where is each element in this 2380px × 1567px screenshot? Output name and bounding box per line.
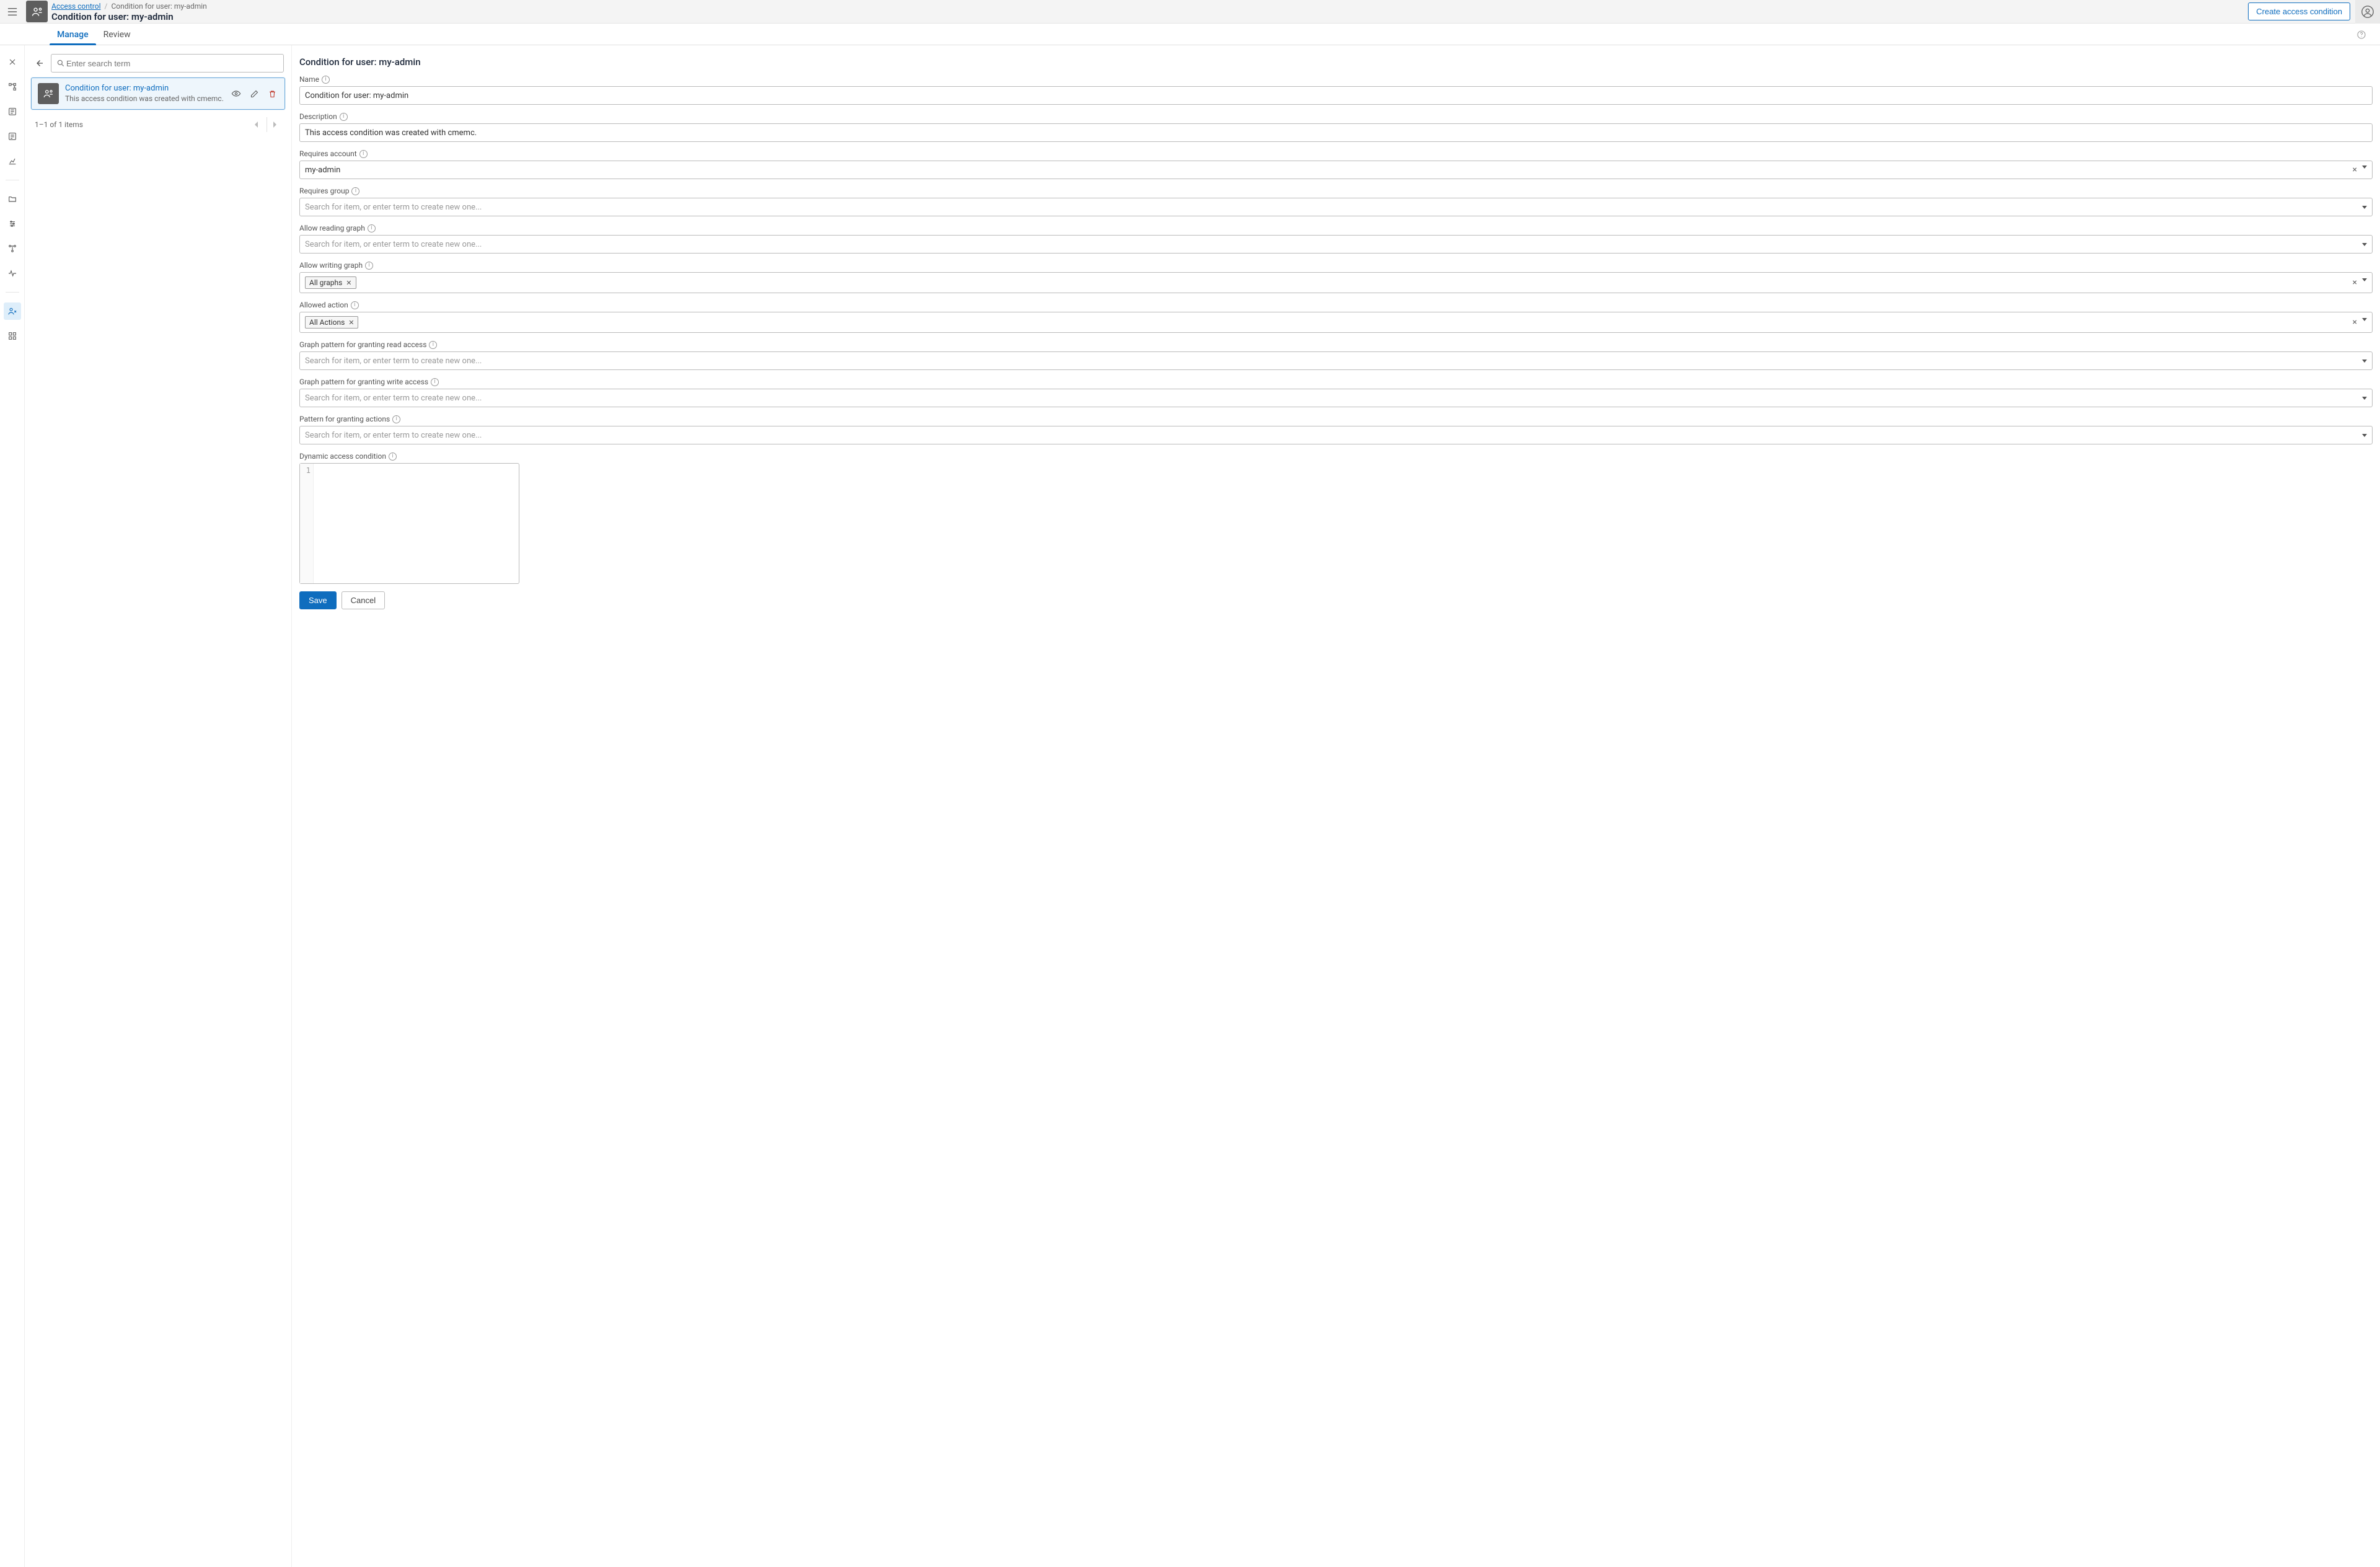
top-bar: Access control / Condition for user: my-… xyxy=(0,0,2380,24)
section-icon xyxy=(26,1,48,22)
chevron-down-icon[interactable] xyxy=(2362,360,2367,363)
label-pattern-read: Graph pattern for granting read access xyxy=(299,340,426,349)
chip-all-actions[interactable]: All Actions✕ xyxy=(305,316,358,329)
info-icon[interactable]: i xyxy=(351,187,359,195)
breadcrumb-current: Condition for user: my-admin xyxy=(111,2,206,11)
left-navigation-rail xyxy=(0,24,25,1567)
user-menu-button[interactable] xyxy=(2355,0,2380,24)
page-prev-button[interactable] xyxy=(249,117,264,132)
label-name: Name xyxy=(299,75,319,84)
rail-separator xyxy=(6,292,19,293)
allowed-action-select[interactable]: All Actions✕ × xyxy=(299,312,2373,333)
search-input-wrap[interactable] xyxy=(51,54,284,73)
chevron-down-icon[interactable] xyxy=(2362,166,2367,169)
nav-activity-icon[interactable] xyxy=(4,265,21,282)
allow-reading-select[interactable]: Search for item, or enter term to create… xyxy=(299,235,2373,254)
chip-remove-icon[interactable]: ✕ xyxy=(348,319,354,327)
nav-vocab-icon[interactable] xyxy=(4,103,21,120)
chevron-down-icon[interactable] xyxy=(2362,278,2367,281)
pagination-text: 1–1 of 1 items xyxy=(35,120,83,129)
chip-remove-icon[interactable]: ✕ xyxy=(346,279,351,287)
help-icon[interactable] xyxy=(2355,29,2368,41)
card-subtitle: This access condition was created with c… xyxy=(65,94,224,104)
breadcrumb-link-root[interactable]: Access control xyxy=(51,2,101,11)
code-area[interactable] xyxy=(314,464,519,583)
view-icon[interactable] xyxy=(230,87,242,100)
label-allowed-action: Allowed action xyxy=(299,301,348,309)
info-icon[interactable]: i xyxy=(431,378,439,386)
card-type-icon xyxy=(38,83,59,104)
back-button[interactable] xyxy=(32,56,46,70)
label-requires-account: Requires account xyxy=(299,149,357,158)
nav-folder-icon[interactable] xyxy=(4,190,21,208)
pagination: 1–1 of 1 items xyxy=(31,117,285,132)
breadcrumb: Access control / Condition for user: my-… xyxy=(50,1,207,22)
page-title: Condition for user: my-admin xyxy=(51,11,207,22)
requires-account-select[interactable]: my-admin × xyxy=(299,161,2373,179)
nav-apps-icon[interactable] xyxy=(4,327,21,345)
nav-list-icon[interactable] xyxy=(4,128,21,145)
label-dynamic: Dynamic access condition xyxy=(299,452,386,461)
nav-tools-icon[interactable] xyxy=(4,53,21,71)
info-icon[interactable]: i xyxy=(340,113,348,121)
info-icon[interactable]: i xyxy=(365,262,373,270)
create-access-condition-button[interactable]: Create access condition xyxy=(2248,2,2350,20)
label-allow-reading: Allow reading graph xyxy=(299,224,365,232)
label-pattern-actions: Pattern for granting actions xyxy=(299,415,390,423)
edit-icon[interactable] xyxy=(249,87,260,100)
tab-review[interactable]: Review xyxy=(96,25,138,45)
page-next-button[interactable] xyxy=(267,117,281,132)
panel-title: Condition for user: my-admin xyxy=(299,56,2373,68)
clear-icon[interactable]: × xyxy=(2353,278,2357,287)
chevron-down-icon[interactable] xyxy=(2362,434,2367,437)
info-icon[interactable]: i xyxy=(351,301,359,309)
description-input[interactable]: This access condition was created with c… xyxy=(299,123,2373,142)
nav-settings-list-icon[interactable] xyxy=(4,215,21,232)
breadcrumb-separator: / xyxy=(105,2,108,11)
info-icon[interactable]: i xyxy=(429,341,437,349)
nav-chart-icon[interactable] xyxy=(4,152,21,170)
chevron-down-icon[interactable] xyxy=(2362,243,2367,246)
chevron-down-icon[interactable] xyxy=(2362,206,2367,209)
allow-writing-select[interactable]: All graphs✕ × xyxy=(299,272,2373,293)
nav-hierarchy-icon[interactable] xyxy=(4,78,21,95)
chevron-down-icon[interactable] xyxy=(2362,397,2367,400)
info-icon[interactable]: i xyxy=(322,76,330,84)
nav-access-control-icon[interactable] xyxy=(4,302,21,320)
list-pane: Condition for user: my-admin This access… xyxy=(25,45,291,1567)
card-title: Condition for user: my-admin xyxy=(65,84,224,94)
info-icon[interactable]: i xyxy=(392,415,400,423)
info-icon[interactable]: i xyxy=(389,452,397,461)
cancel-button[interactable]: Cancel xyxy=(342,591,385,609)
dynamic-condition-editor[interactable]: 1 xyxy=(299,463,519,584)
nav-workflow-icon[interactable] xyxy=(4,240,21,257)
search-input[interactable] xyxy=(65,58,278,69)
label-pattern-write: Graph pattern for granting write access xyxy=(299,377,428,386)
clear-icon[interactable]: × xyxy=(2353,166,2357,174)
delete-icon[interactable] xyxy=(267,87,278,100)
label-description: Description xyxy=(299,112,337,121)
label-allow-writing: Allow writing graph xyxy=(299,261,363,270)
chip-all-graphs[interactable]: All graphs✕ xyxy=(305,276,356,289)
pattern-actions-select[interactable]: Search for item, or enter term to create… xyxy=(299,426,2373,444)
pattern-write-select[interactable]: Search for item, or enter term to create… xyxy=(299,389,2373,407)
name-input[interactable]: Condition for user: my-admin xyxy=(299,86,2373,105)
detail-pane: Condition for user: my-admin Namei Condi… xyxy=(291,45,2380,1567)
clear-icon[interactable]: × xyxy=(2353,318,2357,327)
menu-toggle-button[interactable] xyxy=(0,0,25,24)
pattern-read-select[interactable]: Search for item, or enter term to create… xyxy=(299,351,2373,370)
search-icon xyxy=(56,59,65,68)
info-icon[interactable]: i xyxy=(368,224,376,232)
chevron-down-icon[interactable] xyxy=(2362,318,2367,321)
code-gutter: 1 xyxy=(300,464,314,583)
tab-manage[interactable]: Manage xyxy=(50,25,96,45)
tabs: Manage Review xyxy=(0,24,2380,45)
info-icon[interactable]: i xyxy=(359,150,368,158)
requires-group-select[interactable]: Search for item, or enter term to create… xyxy=(299,198,2373,216)
condition-card[interactable]: Condition for user: my-admin This access… xyxy=(31,77,285,110)
label-requires-group: Requires group xyxy=(299,187,349,195)
save-button[interactable]: Save xyxy=(299,591,337,609)
